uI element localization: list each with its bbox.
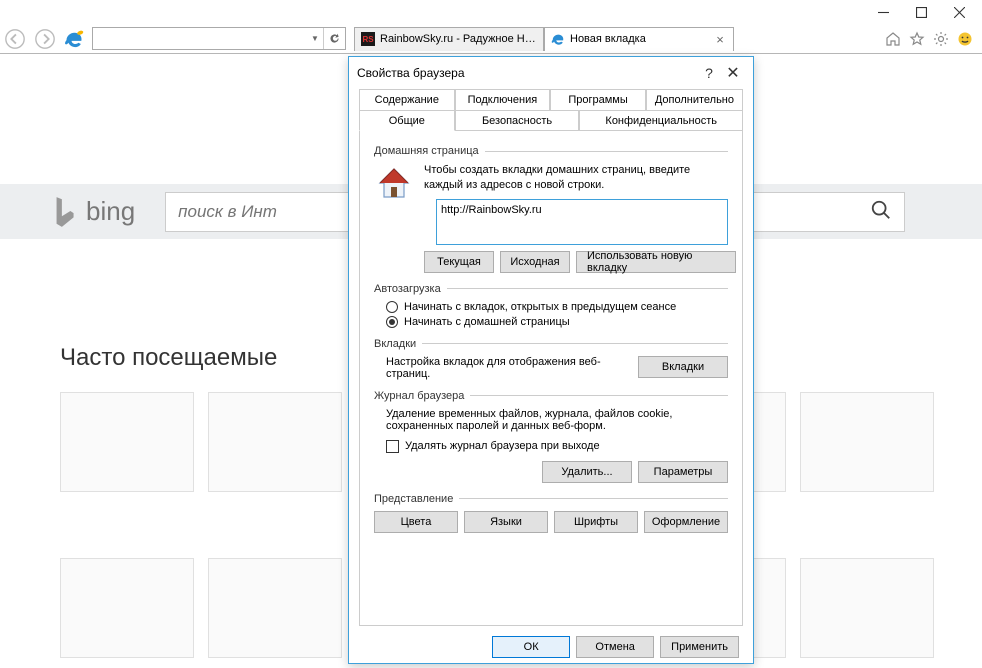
tab-connections[interactable]: Подключения — [455, 89, 551, 110]
startup-group-title: Автозагрузка — [374, 283, 441, 295]
apply-button[interactable]: Применить — [660, 636, 739, 658]
forward-button[interactable] — [31, 25, 59, 53]
search-icon[interactable] — [852, 199, 892, 224]
history-group: Журнал браузера Удаление временных файло… — [374, 390, 728, 483]
window-titlebar — [0, 0, 982, 24]
delete-on-exit-checkbox[interactable]: Удалять журнал браузера при выходе — [386, 440, 728, 453]
site-tile[interactable] — [208, 392, 342, 492]
dialog-close-button[interactable]: ✕ — [721, 63, 745, 83]
history-settings-button[interactable]: Параметры — [638, 461, 728, 483]
startup-group: Автозагрузка Начинать с вкладок, открыты… — [374, 283, 728, 328]
radio-icon — [386, 301, 398, 313]
toolbar-right — [884, 30, 982, 48]
tab-close-icon[interactable]: × — [713, 32, 727, 47]
address-dropdown-icon[interactable]: ▼ — [307, 34, 323, 43]
dialog-help-button[interactable]: ? — [697, 65, 721, 81]
history-group-title: Журнал браузера — [374, 390, 464, 402]
tab-general[interactable]: Общие — [359, 110, 455, 131]
delete-history-button[interactable]: Удалить... — [542, 461, 632, 483]
favicon-icon: RS — [361, 32, 375, 46]
internet-options-dialog: Свойства браузера ? ✕ Содержание Подключ… — [348, 56, 754, 664]
homepage-group: Домашняя страница Чтобы создать вкладки … — [374, 145, 728, 273]
colors-button[interactable]: Цвета — [374, 511, 458, 533]
tab-advanced[interactable]: Дополнительно — [646, 89, 743, 110]
homepage-input[interactable] — [436, 199, 728, 245]
startup-radio-home[interactable]: Начинать с домашней страницы — [386, 316, 728, 328]
use-newtab-button[interactable]: Использовать новую вкладку — [576, 251, 736, 273]
ok-button[interactable]: ОК — [492, 636, 570, 658]
address-bar[interactable]: ▼ — [92, 27, 346, 50]
fonts-button[interactable]: Шрифты — [554, 511, 638, 533]
tab-security[interactable]: Безопасность — [455, 110, 580, 131]
reload-button[interactable] — [323, 28, 345, 49]
tabs-group-title: Вкладки — [374, 338, 416, 350]
house-icon — [374, 163, 414, 203]
tab-privacy[interactable]: Конфиденциальность — [579, 110, 743, 131]
homepage-desc: Чтобы создать вкладки домашних страниц, … — [424, 163, 728, 193]
dialog-title: Свойства браузера — [357, 66, 697, 80]
startup-radio-tabs[interactable]: Начинать с вкладок, открытых в предыдуще… — [386, 301, 728, 313]
history-desc: Удаление временных файлов, журнала, файл… — [374, 408, 728, 432]
checkbox-icon — [386, 440, 399, 453]
tab-label: RainbowSky.ru - Радужное Не… — [380, 33, 537, 45]
site-tile[interactable] — [60, 558, 194, 658]
radio-label: Начинать с домашней страницы — [404, 316, 570, 328]
site-tile[interactable] — [800, 392, 934, 492]
window-close-button[interactable] — [940, 1, 978, 23]
radio-label: Начинать с вкладок, открытых в предыдуще… — [404, 301, 676, 313]
browser-tab[interactable]: RS RainbowSky.ru - Радужное Не… — [354, 27, 544, 51]
site-tile[interactable] — [800, 558, 934, 658]
tab-content[interactable]: Содержание — [359, 89, 455, 110]
ie-logo-icon — [64, 29, 84, 49]
tabs-group: Вкладки Настройка вкладок для отображени… — [374, 338, 728, 380]
window-maximize-button[interactable] — [902, 1, 940, 23]
back-button[interactable] — [1, 25, 29, 53]
site-tile[interactable] — [208, 558, 342, 658]
tabs-settings-button[interactable]: Вкладки — [638, 356, 728, 378]
home-icon[interactable] — [884, 30, 902, 48]
window-minimize-button[interactable] — [864, 1, 902, 23]
languages-button[interactable]: Языки — [464, 511, 548, 533]
site-tile[interactable] — [60, 392, 194, 492]
use-default-button[interactable]: Исходная — [500, 251, 570, 273]
use-current-button[interactable]: Текущая — [424, 251, 494, 273]
frequent-heading: Часто посещаемые — [60, 344, 277, 372]
appearance-group-title: Представление — [374, 493, 453, 505]
bing-logo-text: bing — [86, 196, 135, 227]
dialog-titlebar[interactable]: Свойства браузера ? ✕ — [349, 57, 753, 89]
gear-icon[interactable] — [932, 30, 950, 48]
dialog-footer: ОК Отмена Применить — [349, 626, 753, 668]
favorites-icon[interactable] — [908, 30, 926, 48]
tabs-desc: Настройка вкладок для отображения веб-ст… — [386, 356, 628, 380]
browser-tab[interactable]: Новая вкладка × — [544, 27, 734, 51]
cancel-button[interactable]: Отмена — [576, 636, 654, 658]
tab-strip: RS RainbowSky.ru - Радужное Не… Новая вк… — [354, 27, 734, 51]
favicon-icon — [551, 32, 565, 46]
radio-icon — [386, 316, 398, 328]
appearance-group: Представление Цвета Языки Шрифты Оформле… — [374, 493, 728, 533]
checkbox-label: Удалять журнал браузера при выходе — [405, 440, 600, 452]
homepage-group-title: Домашняя страница — [374, 145, 479, 157]
accessibility-button[interactable]: Оформление — [644, 511, 728, 533]
tab-panel-general: Домашняя страница Чтобы создать вкладки … — [359, 130, 743, 626]
tab-label: Новая вкладка — [570, 33, 713, 45]
smiley-icon[interactable] — [956, 30, 974, 48]
navbar: ▼ RS RainbowSky.ru - Радужное Не… Новая … — [0, 24, 982, 54]
page-content: bing Часто посещаемые Свойства браузера … — [0, 54, 982, 646]
bing-logo: bing — [50, 195, 135, 229]
tab-programs[interactable]: Программы — [550, 89, 646, 110]
